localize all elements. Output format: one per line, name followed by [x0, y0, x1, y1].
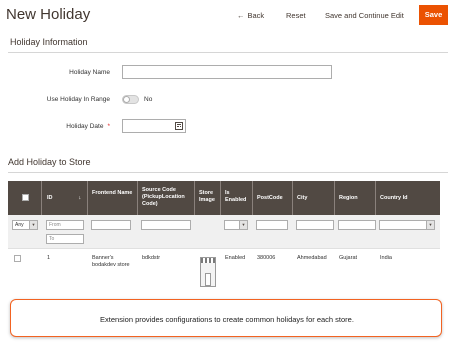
country-filter-select[interactable]: ▼	[379, 220, 435, 230]
cell-source-code: bdkdstr	[142, 255, 161, 261]
postcode-filter[interactable]	[256, 220, 288, 230]
left-arrow-icon: ←	[237, 11, 245, 20]
info-callout: Extension provides configurations to cre…	[10, 299, 442, 337]
back-button[interactable]: ← Back	[237, 11, 264, 20]
holiday-date-label: Holiday Date *	[0, 123, 110, 130]
use-holiday-in-range-label: Use Holiday In Range	[46, 96, 110, 103]
store-awning-icon	[201, 258, 215, 263]
grid-filter-row: Any ▼ From To ▼ ▼	[8, 215, 440, 249]
reset-button[interactable]: Reset	[286, 11, 306, 20]
col-store-image-header[interactable]: Store Image	[199, 190, 221, 204]
calendar-icon[interactable]	[175, 122, 183, 130]
page-title: New Holiday	[6, 6, 91, 23]
chevron-down-icon: ▼	[239, 221, 247, 229]
holiday-date-label-text: Holiday Date	[66, 123, 104, 130]
column-separator	[292, 181, 293, 215]
col-source-code-header[interactable]: Source Code (PickupLocation Code)	[142, 187, 196, 208]
cell-frontend-name: Banner's bodakdev store	[92, 255, 130, 268]
save-button[interactable]: Save	[419, 5, 448, 25]
save-and-continue-button[interactable]: Save and Continue Edit	[325, 11, 404, 20]
store-image	[200, 257, 216, 287]
id-to-input[interactable]: To	[46, 234, 84, 244]
col-postcode-header[interactable]: PostCode	[257, 195, 283, 202]
column-separator	[194, 181, 195, 215]
any-filter-select[interactable]: Any ▼	[12, 220, 38, 230]
chevron-down-icon: ▼	[426, 221, 434, 229]
col-id-header[interactable]: ID ↓	[47, 195, 81, 202]
column-separator	[334, 181, 335, 215]
holiday-name-label: Holiday Name	[69, 69, 110, 76]
holiday-information-title: Holiday Information	[10, 37, 88, 47]
section-divider	[8, 172, 448, 173]
back-label: Back	[247, 11, 265, 20]
callout-text: Extension provides configurations to cre…	[100, 315, 354, 324]
column-separator	[41, 181, 42, 215]
cell-country: India	[380, 255, 392, 261]
page-header: New Holiday ← Back Reset Save and Continu…	[0, 0, 450, 30]
add-holiday-to-store-title: Add Holiday to Store	[8, 157, 91, 167]
frontend-name-filter[interactable]	[91, 220, 131, 230]
column-separator	[220, 181, 221, 215]
source-code-filter[interactable]	[141, 220, 191, 230]
col-is-enabled-header[interactable]: Is Enabled	[225, 190, 247, 204]
city-filter[interactable]	[296, 220, 334, 230]
sort-arrow-icon: ↓	[78, 195, 82, 201]
cell-is-enabled: Enabled	[225, 255, 246, 261]
col-city-header[interactable]: City	[297, 195, 307, 202]
use-holiday-in-range-toggle[interactable]	[122, 95, 139, 104]
region-filter[interactable]	[338, 220, 376, 230]
section-divider	[8, 52, 448, 53]
required-mark: *	[107, 123, 110, 130]
column-separator	[375, 181, 376, 215]
holiday-name-input[interactable]	[122, 65, 332, 79]
cell-postcode: 380006	[257, 255, 276, 261]
table-row[interactable]: 1 Banner's bodakdev store bdkdstr Enable…	[8, 249, 440, 299]
cell-city: Ahmedabad	[297, 255, 327, 261]
col-id-label: ID	[47, 195, 53, 201]
toggle-state-text: No	[144, 96, 153, 103]
col-frontend-name-header[interactable]: Frontend Name	[92, 190, 136, 197]
row-checkbox[interactable]	[14, 255, 21, 262]
any-filter-value: Any	[15, 222, 24, 228]
cell-id: 1	[47, 255, 51, 261]
col-region-header[interactable]: Region	[339, 195, 358, 202]
column-separator	[252, 181, 253, 215]
is-enabled-filter-select[interactable]: ▼	[224, 220, 248, 230]
col-country-header[interactable]: Country Id	[380, 195, 408, 202]
store-door-icon	[205, 273, 211, 286]
column-separator	[137, 181, 138, 215]
toggle-knob	[123, 96, 130, 103]
chevron-down-icon: ▼	[29, 221, 37, 229]
select-all-checkbox[interactable]	[22, 194, 29, 201]
id-from-input[interactable]: From	[46, 220, 84, 230]
cell-region: Gujarat	[339, 255, 358, 261]
column-separator	[87, 181, 88, 215]
